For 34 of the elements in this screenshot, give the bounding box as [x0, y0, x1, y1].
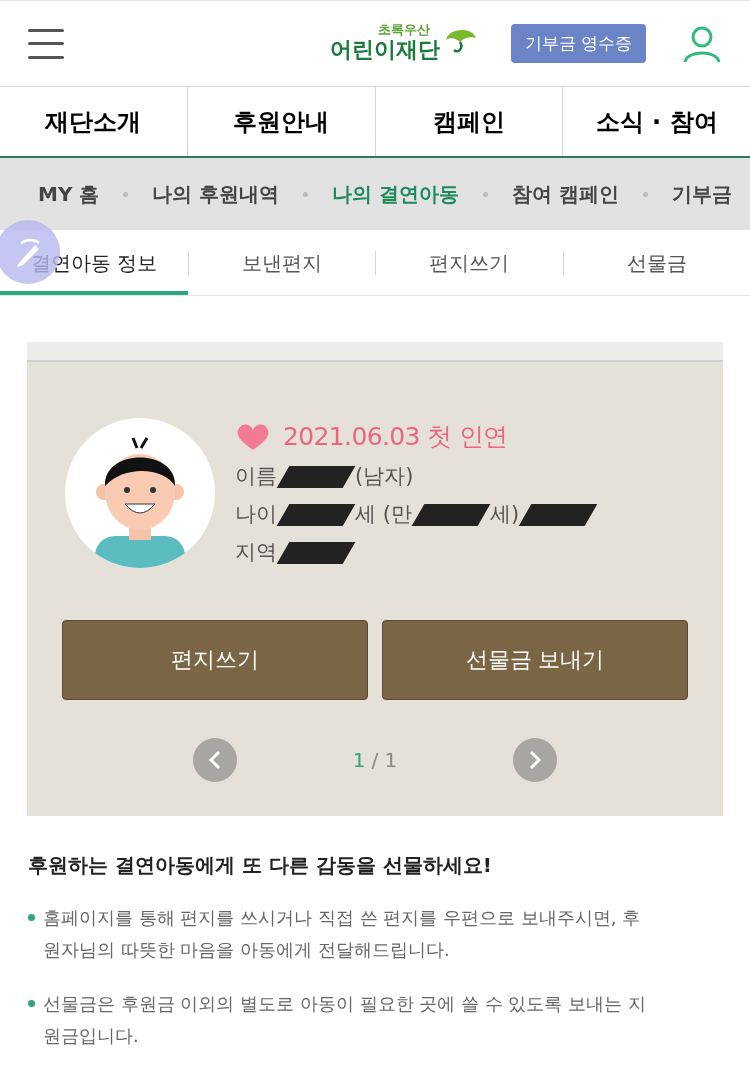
menu-icon[interactable] — [28, 28, 64, 59]
main-nav-link[interactable]: 재단소개 — [0, 87, 187, 156]
first-date-text: 2021.06.03 첫 인연 — [283, 421, 508, 453]
description-text: 홈페이지를 통해 편지를 쓰시거나 직접 쓴 편지를 우편으로 보내주시면, 후원자님의 따뜻한 마음을 아동에게 전달해드립니다. — [43, 906, 642, 962]
chevron-left-icon — [207, 749, 222, 770]
tab[interactable]: 편지쓰기 — [376, 230, 563, 295]
bullet-icon — [28, 1000, 35, 1007]
main-nav-link[interactable]: 소식 · 참여 — [562, 87, 750, 156]
sub-nav-link[interactable]: 참여 캠페인 — [512, 179, 620, 209]
logo-subtitle: 초록우산 — [378, 23, 430, 37]
child-info-text: 세) — [489, 500, 520, 528]
main-nav-link[interactable]: 후원안내 — [186, 87, 375, 156]
child-info-text: 세 (만 — [355, 500, 412, 528]
current-page: 1 — [352, 746, 366, 774]
sub-nav-link[interactable]: MY 홈 — [38, 179, 100, 209]
action-button[interactable]: 선물금 보내기 — [382, 619, 688, 700]
child-info-text: 이름 — [235, 462, 277, 490]
main-nav-link[interactable]: 캠페인 — [374, 87, 563, 156]
tab[interactable]: 보낸편지 — [188, 230, 375, 295]
action-button[interactable]: 편지쓰기 — [62, 619, 368, 700]
child-info-text: 나이 — [235, 500, 277, 528]
total-pages: / 1 — [371, 746, 398, 774]
bullet-icon — [28, 914, 35, 921]
sub-nav-link[interactable]: 기부금 — [672, 179, 733, 209]
tab[interactable]: 선물금 — [563, 230, 750, 295]
chevron-right-icon — [528, 749, 543, 770]
description-title: 후원하는 결연아동에게 또 다른 감동을 선물하세요! — [28, 852, 493, 879]
logo-title: 어린이재단 — [330, 37, 440, 64]
child-info-text: 지역 — [235, 538, 277, 566]
receipt-button[interactable]: 기부금 영수증 — [510, 23, 646, 64]
description-text: 선물금은 후원금 이외의 별도로 아동이 필요한 곳에 쓸 수 있도록 보내는 지원금입니다. — [43, 992, 647, 1048]
child-info-text: (남자) — [355, 462, 414, 490]
sub-nav-link[interactable]: 나의 후원내역 — [152, 179, 280, 209]
heart-icon — [235, 421, 271, 452]
